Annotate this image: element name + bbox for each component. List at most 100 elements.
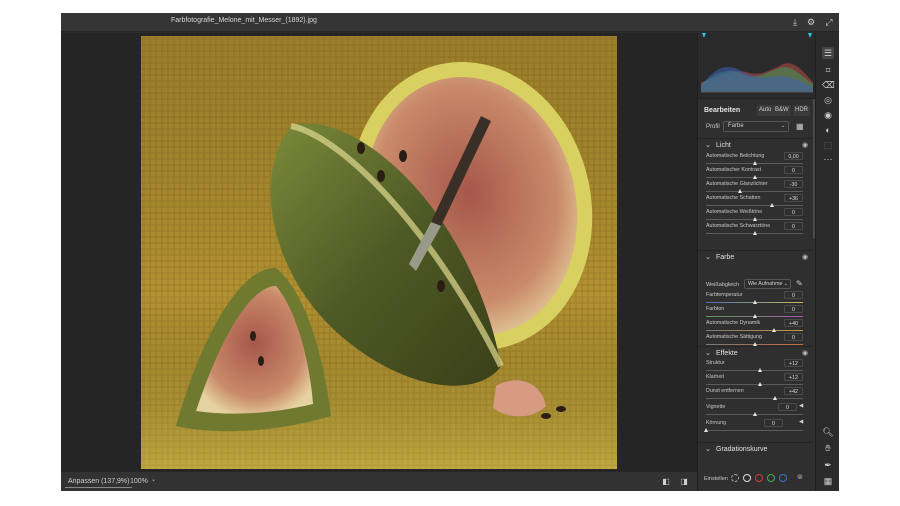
parametric-curve-icon[interactable] (731, 474, 739, 482)
slider-thumb[interactable] (752, 314, 757, 318)
slider-value-input[interactable]: -30 (784, 180, 803, 188)
slider-track[interactable] (706, 189, 803, 193)
slider-value-input[interactable]: +36 (784, 194, 803, 202)
options-triangle-icon[interactable]: ◀ (799, 403, 803, 409)
redeye-icon[interactable]: ◉ (822, 109, 834, 121)
section-effekte[interactable]: ⌄ Effekte ◉ (698, 346, 813, 360)
slider-track[interactable] (706, 300, 803, 304)
slider-track[interactable] (706, 368, 803, 372)
slider-value-input[interactable]: +40 (784, 319, 803, 327)
green-curve-icon[interactable] (767, 474, 775, 482)
slider-track[interactable] (706, 396, 803, 400)
save-icon[interactable]: ⤓ (789, 16, 801, 28)
bw-button[interactable]: B&W (773, 105, 791, 116)
white-balance-select[interactable]: Wie Aufnahme ⌄ (744, 279, 791, 289)
options-triangle-icon[interactable]: ◀ (799, 419, 803, 425)
slider-thumb[interactable] (771, 328, 776, 332)
profile-browser-icon[interactable]: ▦ (796, 122, 804, 131)
slider-label: Automatische Sättigung (706, 334, 762, 340)
snapshot-icon[interactable]: ⬚ (822, 139, 834, 151)
slider-value-input[interactable]: 0 (784, 305, 803, 313)
slider-track[interactable] (706, 203, 803, 207)
zoom-icon[interactable]: 🔍︎ (822, 426, 834, 438)
slider-label: Automatische Weißtöne (706, 209, 763, 215)
slider-thumb[interactable] (752, 217, 757, 221)
curve-adjust-label: Einstellen (704, 476, 728, 482)
slider-label: Dunst entfernen (706, 388, 744, 394)
slider-track[interactable] (706, 382, 803, 386)
white-balance-label: Weißabgleich (706, 282, 740, 288)
chevron-down-icon: ⌄ (705, 142, 711, 149)
slider-row: Dunst entfernen +42 (698, 387, 813, 402)
slider-track[interactable] (706, 161, 803, 165)
presets-icon[interactable]: ◐ (822, 124, 834, 136)
slider-track[interactable] (706, 175, 803, 179)
section-licht[interactable]: ⌄ Licht ◉ (698, 138, 813, 152)
file-title: Farbfotografie_Melone_mit_Messer_(1892).… (171, 17, 317, 24)
eye-icon[interactable]: ◉ (802, 141, 808, 149)
slider-value-input[interactable]: +42 (784, 387, 803, 395)
chevron-down-icon: ⌄ (705, 254, 711, 261)
eye-icon[interactable]: ◉ (802, 253, 808, 261)
section-gradationskurve[interactable]: ⌄ Gradationskurve (698, 442, 813, 456)
slider-track[interactable] (706, 314, 803, 318)
slider-track[interactable] (704, 428, 803, 432)
expand-icon[interactable]: ⤢ (823, 16, 835, 28)
grid-toggle-icon[interactable]: ▦ (822, 475, 834, 487)
mask-icon[interactable]: ◎ (822, 94, 834, 106)
gear-icon[interactable]: ⚙ (805, 16, 817, 28)
section-farbe-title: Farbe (716, 254, 735, 261)
chevron-down-icon[interactable]: ⌄ (151, 476, 156, 483)
chevron-down-icon: ⌄ (783, 281, 788, 287)
slider-label: Automatischer Kontrast (706, 167, 762, 173)
slider-thumb[interactable] (758, 368, 763, 372)
image-canvas[interactable] (61, 33, 697, 471)
slider-thumb[interactable] (752, 161, 757, 165)
slider-track[interactable] (706, 412, 803, 416)
eraser-icon[interactable]: ⌫ (822, 79, 835, 91)
profile-select[interactable]: Farbe ⌄ (723, 121, 789, 132)
slider-thumb[interactable] (752, 412, 757, 416)
single-view-icon[interactable]: ◧ (661, 477, 671, 487)
edit-sliders-icon[interactable]: ☰ (822, 47, 834, 59)
slider-value-input[interactable]: 0 (784, 291, 803, 299)
zoom-100-button[interactable]: 100% (127, 476, 151, 487)
hand-icon[interactable]: ✋︎ (822, 442, 834, 454)
slider-value-input[interactable]: 0,00 (784, 152, 803, 160)
more-icon[interactable]: ⋯ (822, 153, 834, 165)
slider-thumb[interactable] (737, 189, 742, 193)
eye-icon[interactable]: ◉ (802, 349, 808, 357)
slider-thumb[interactable] (704, 428, 708, 432)
slider-value-input[interactable]: 0 (778, 403, 797, 411)
section-farbe[interactable]: ⌄ Farbe ◉ (698, 250, 813, 264)
slider-value-input[interactable]: 0 (784, 208, 803, 216)
slider-thumb[interactable] (752, 231, 757, 235)
slider-value-input[interactable]: +12 (784, 373, 803, 381)
slider-value-input[interactable]: 0 (784, 222, 803, 230)
compare-view-icon[interactable]: ◨ (679, 477, 689, 487)
slider-thumb[interactable] (772, 396, 777, 400)
white-curve-icon[interactable] (743, 474, 751, 482)
sampler-icon[interactable]: ✒ (822, 459, 834, 471)
auto-button[interactable]: Auto (757, 105, 774, 116)
crop-icon[interactable]: ⌗ (822, 64, 834, 76)
zoom-fit-button[interactable]: Anpassen (137,9%) (65, 476, 133, 488)
slider-track[interactable] (706, 328, 803, 332)
slider-label: Körnung (706, 420, 727, 426)
red-curve-icon[interactable] (755, 474, 763, 482)
slider-value-input[interactable]: 0 (784, 166, 803, 174)
eyedropper-icon[interactable]: ✎ (796, 279, 803, 288)
target-adjust-icon[interactable]: ⊚ (797, 474, 805, 482)
slider-track[interactable] (706, 342, 803, 346)
slider-track[interactable] (706, 217, 803, 221)
slider-thumb[interactable] (758, 382, 763, 386)
slider-value-input[interactable]: +12 (784, 359, 803, 367)
slider-thumb[interactable] (769, 203, 774, 207)
slider-track[interactable] (706, 231, 803, 235)
slider-thumb[interactable] (752, 300, 757, 304)
slider-value-input[interactable]: 0 (784, 333, 803, 341)
blue-curve-icon[interactable] (779, 474, 787, 482)
hdr-button[interactable]: HDR (793, 105, 810, 116)
slider-thumb[interactable] (752, 175, 757, 179)
slider-value-input[interactable]: 0 (764, 419, 783, 427)
